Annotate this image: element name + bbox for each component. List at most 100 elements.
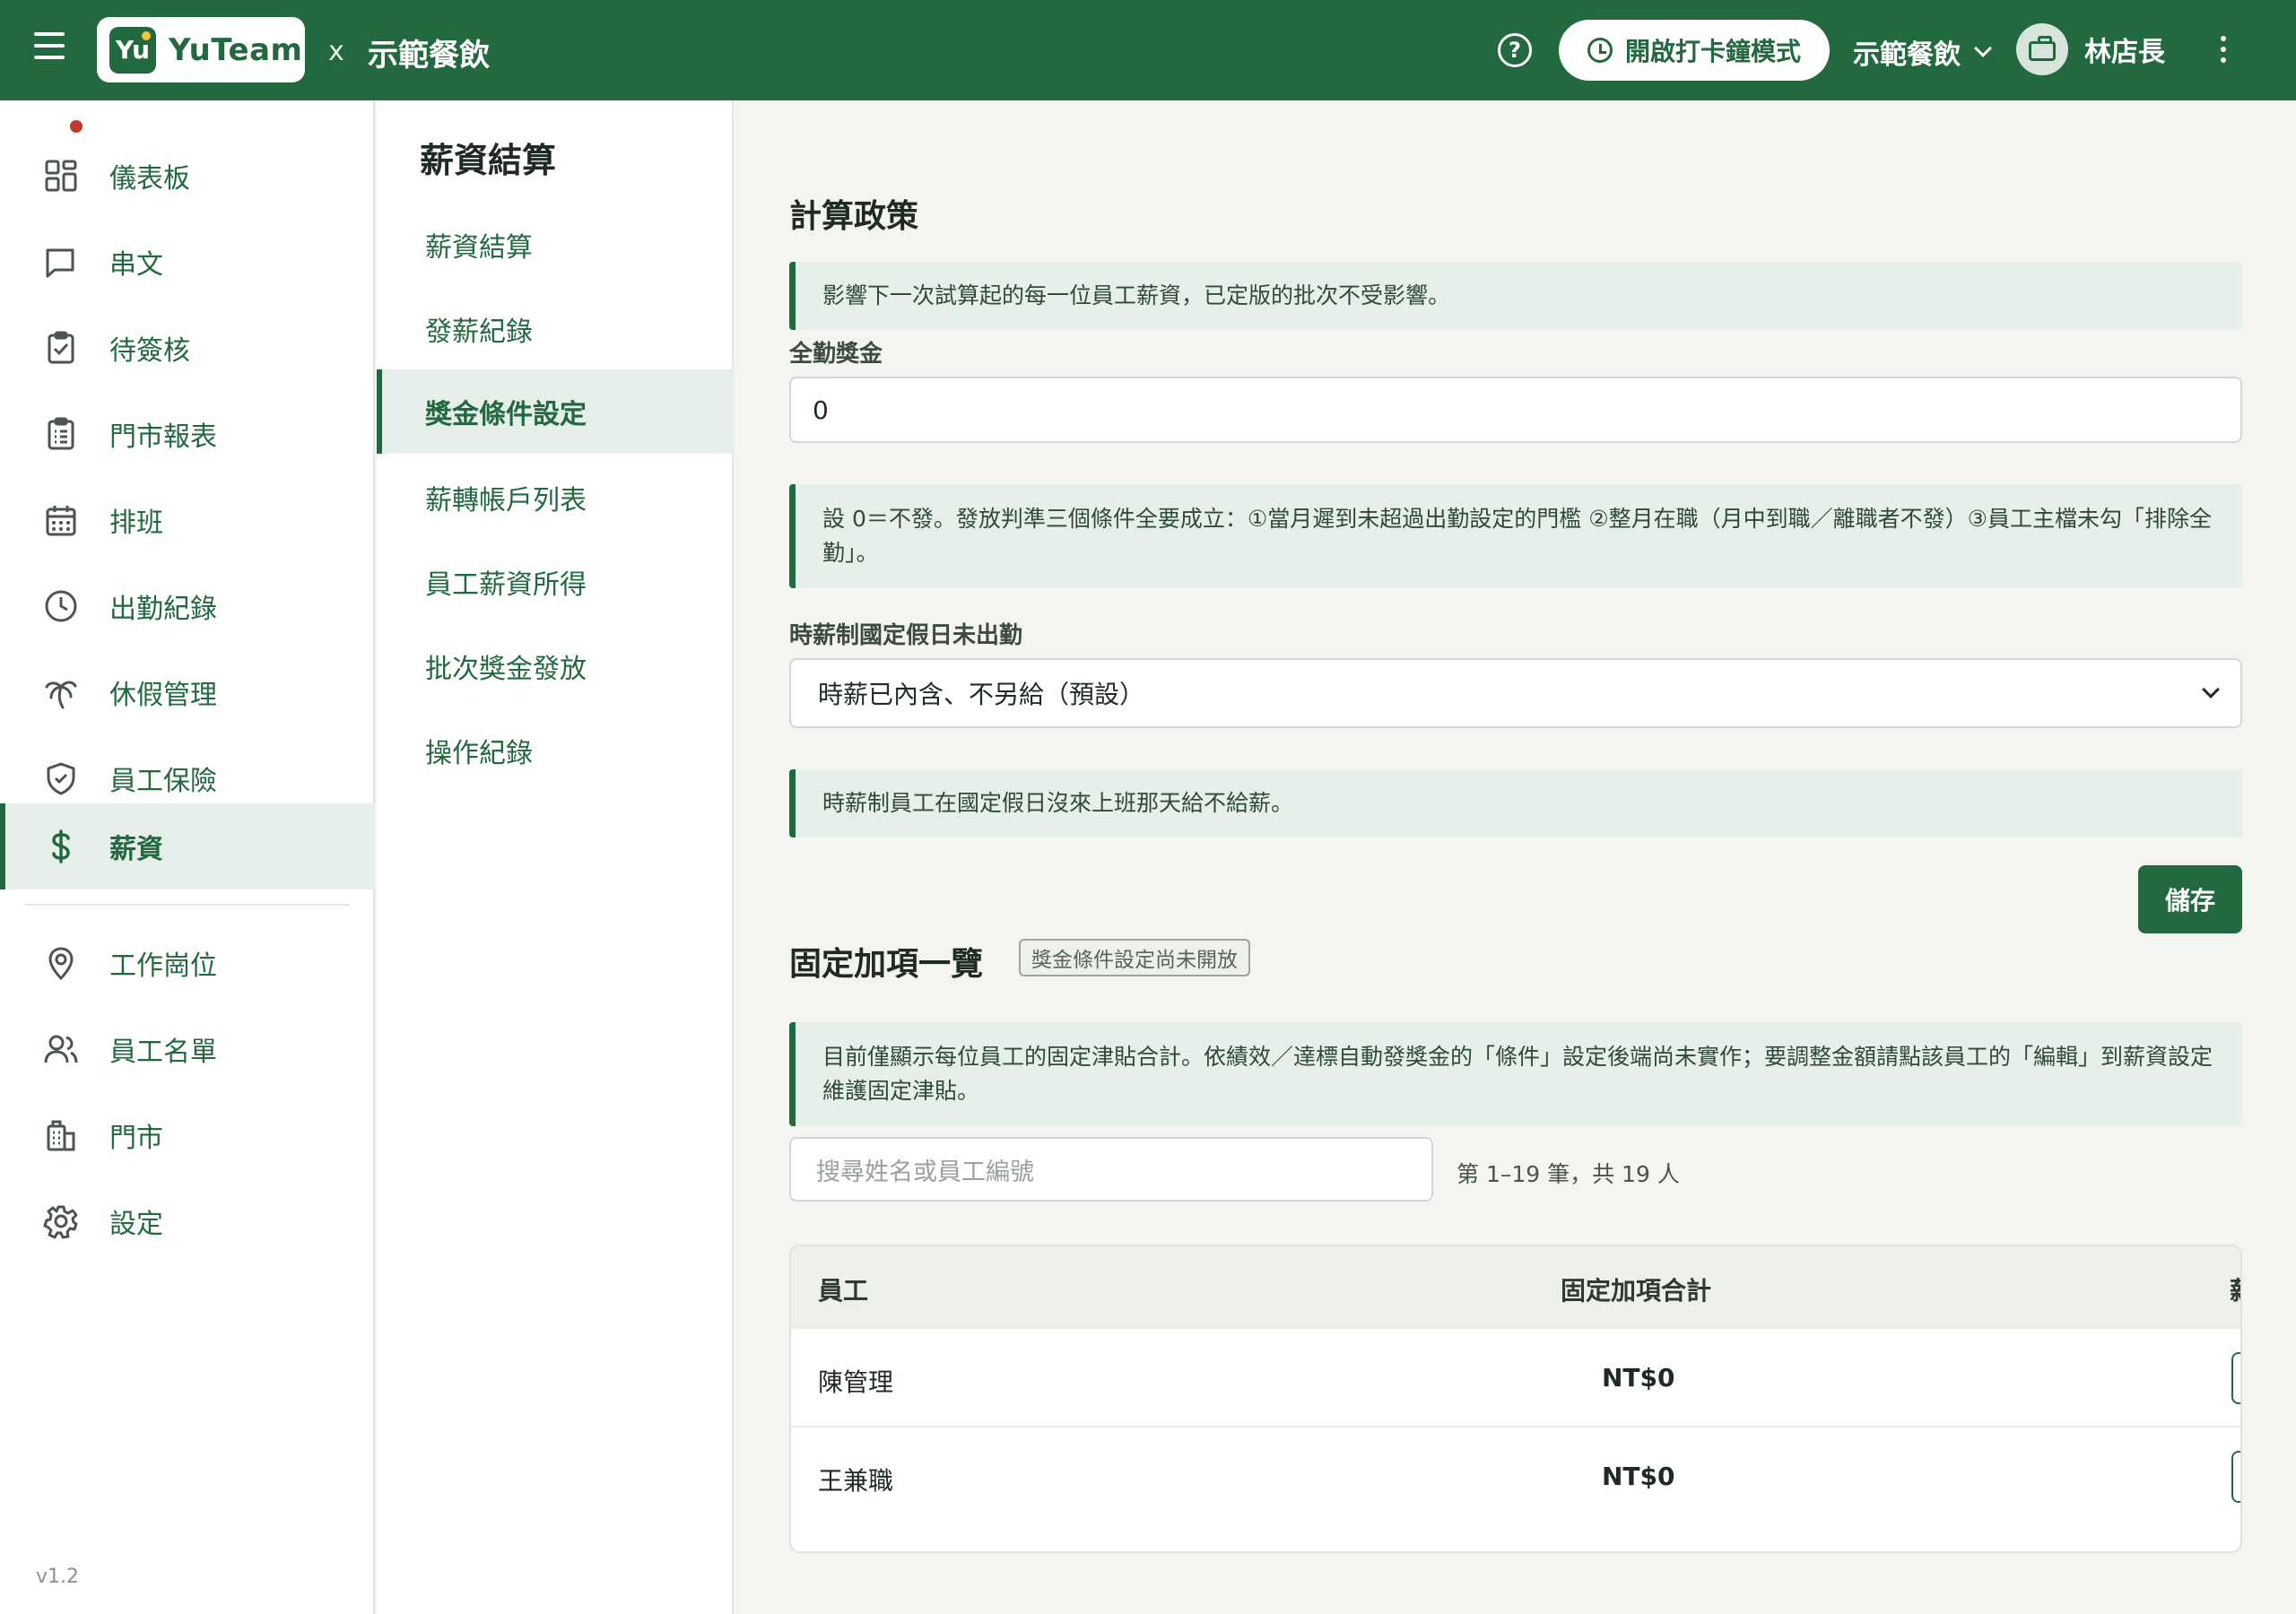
fixed-items-title: 固定加項一覽 [789, 946, 984, 983]
clock-mode-label: 開啟打卡鐘模式 [1624, 37, 1801, 66]
sidebar-item-payroll[interactable]: 薪資 [0, 803, 375, 889]
subnav-item-employee-income[interactable]: 員工薪資所得 [377, 540, 734, 624]
sidebar-item-label: 薪資 [109, 834, 163, 865]
payroll-subnav: 薪資結算 薪資結算 發薪紀錄 獎金條件設定 薪轉帳戶列表 員工薪資所得 批次獎金… [377, 100, 734, 1614]
sidebar-item-attendance[interactable]: 出勤紀錄 [0, 563, 375, 649]
subnav-item-pay-history[interactable]: 發薪紀錄 [377, 287, 734, 371]
subnav-item-label: 獎金條件設定 [425, 399, 587, 430]
sidebar-item-leave[interactable]: 休假管理 [0, 649, 375, 735]
menu-icon[interactable] [34, 32, 70, 68]
sidebar-item-label: 員工名單 [109, 1037, 217, 1068]
subnav-item-bank-accounts[interactable]: 薪轉帳戶列表 [377, 456, 734, 540]
store-selector-label: 示範餐飲 [1853, 39, 1961, 71]
chevron-down-icon [2202, 681, 2220, 699]
clock-mode-button[interactable]: 開啟打卡鐘模式 [1559, 20, 1830, 81]
sidebar-item-label: 出勤紀錄 [109, 594, 217, 625]
sidebar-item-store-report[interactable]: 門市報表 [0, 391, 375, 477]
attendance-bonus-label: 全勤獎金 [789, 341, 883, 368]
location-pin-icon [48, 947, 74, 981]
top-bar: Yu YuTeam x 示範餐飲 ? 開啟打卡鐘模式 示範餐飲 林店長 [0, 0, 2296, 100]
user-name: 林店長 [2084, 37, 2165, 68]
policy-notice-text: 影響下一次試算起的每一位員工薪資，已定版的批次不受影響。 [822, 282, 1451, 308]
column-header-salary: 薪 [2230, 1271, 2240, 1307]
user-menu[interactable]: 林店長 [2016, 23, 2165, 75]
table-row: 陳管理 NT$0 [791, 1327, 2240, 1426]
edit-button[interactable] [2231, 1451, 2240, 1503]
brand-separator: x [328, 36, 344, 67]
sidebar-item-label: 儀表板 [109, 163, 190, 195]
sidebar-item-label: 員工保險 [109, 766, 217, 797]
avatar [2016, 23, 2068, 75]
subnav-item-payroll-calc[interactable]: 薪資結算 [377, 203, 734, 287]
status-badge: 獎金條件設定尚未開放 [1019, 939, 1250, 976]
sidebar-item-stores[interactable]: 門市 [0, 1092, 375, 1178]
dollar-icon [52, 829, 70, 863]
clipboard-check-icon [48, 331, 74, 364]
logo-mark: Yu [109, 26, 156, 74]
chevron-down-icon [1974, 39, 1992, 57]
sidebar-item-label: 工作崗位 [109, 950, 217, 982]
more-options-icon[interactable] [2221, 36, 2230, 68]
gear-icon [43, 1205, 78, 1239]
app-version: v1.2 [36, 1566, 80, 1588]
org-name: 示範餐飲 [368, 38, 490, 74]
subnav-item-label: 薪資結算 [425, 232, 533, 264]
holiday-pay-select[interactable]: 時薪已內含、不另給（預設） [789, 658, 2242, 728]
sidebar-item-label: 門市 [109, 1123, 163, 1154]
sidebar-divider [25, 904, 350, 906]
sidebar-item-label: 門市報表 [109, 421, 217, 453]
clock-icon [45, 590, 77, 622]
column-header-fixed-total: 固定加項合計 [1561, 1276, 1712, 1306]
search-input[interactable]: 搜尋姓名或員工編號 [789, 1137, 1433, 1202]
briefcase-icon [2029, 36, 2056, 61]
column-header-employee: 員工 [818, 1276, 869, 1306]
palm-tree-icon [45, 681, 77, 709]
table-row: 王兼職 NT$0 [791, 1426, 2240, 1524]
sidebar: 儀表板 串文 待簽核 門市報表 排班 出勤紀錄 休假管理 員工保險 薪資 工作崗… [0, 100, 375, 1614]
holiday-pay-label: 時薪制國定假日未出勤 [789, 622, 1023, 649]
edit-button[interactable] [2231, 1352, 2240, 1404]
fixed-items-table: 員工 固定加項合計 薪 陳管理 NT$0 王兼職 NT$0 [789, 1245, 2242, 1553]
holiday-pay-notice: 時薪制員工在國定假日沒來上班那天給不給薪。 [789, 769, 2242, 837]
main-content: 計算政策 影響下一次試算起的每一位員工薪資，已定版的批次不受影響。 全勤獎金 0… [735, 100, 2296, 1614]
sidebar-item-employees[interactable]: 員工名單 [0, 1006, 375, 1092]
subnav-item-label: 批次獎金發放 [425, 654, 587, 685]
sidebar-item-label: 休假管理 [109, 680, 217, 711]
subnav-item-label: 員工薪資所得 [425, 569, 587, 601]
logo-text: YuTeam [169, 31, 303, 68]
policy-section-title: 計算政策 [789, 198, 919, 235]
employee-name: 陳管理 [818, 1367, 894, 1397]
sidebar-item-label: 排班 [109, 508, 163, 539]
attendance-bonus-notice: 設 0＝不發。發放判準三個條件全要成立：①當月遲到未超過出勤設定的門檻 ②整月在… [789, 484, 2242, 588]
subnav-item-bonus-conditions[interactable]: 獎金條件設定 [377, 369, 734, 454]
attendance-bonus-value: 0 [813, 395, 829, 425]
sidebar-item-posts[interactable]: 串文 [0, 120, 375, 305]
building-icon [47, 1120, 75, 1151]
employee-name: 王兼職 [818, 1466, 894, 1496]
holiday-pay-notice-text: 時薪制員工在國定假日沒來上班那天給不給薪。 [822, 790, 1294, 816]
sidebar-item-positions[interactable]: 工作崗位 [0, 920, 375, 1006]
table-header: 員工 固定加項合計 薪 [791, 1246, 2240, 1327]
subnav-item-audit-log[interactable]: 操作紀錄 [377, 708, 734, 793]
save-button[interactable]: 儲存 [2138, 865, 2242, 933]
sidebar-item-approvals[interactable]: 待簽核 [0, 305, 375, 391]
attendance-bonus-notice-text: 設 0＝不發。發放判準三個條件全要成立：①當月遲到未超過出勤設定的門檻 ②整月在… [822, 506, 2213, 566]
report-icon [48, 417, 74, 450]
app-logo[interactable]: Yu YuTeam [97, 17, 305, 82]
subnav-item-batch-bonus[interactable]: 批次獎金發放 [377, 624, 734, 708]
sidebar-item-settings[interactable]: 設定 [0, 1178, 375, 1264]
holiday-pay-selected: 時薪已內含、不另給（預設） [818, 680, 1145, 709]
clock-icon [1587, 38, 1613, 63]
sidebar-item-dashboard[interactable]: 儀表板 [0, 133, 375, 219]
fixed-items-notice: 目前僅顯示每位員工的固定津貼合計。依績效／達標自動發獎金的「條件」設定後端尚未實… [789, 1022, 2242, 1126]
help-icon[interactable]: ? [1498, 33, 1532, 67]
sidebar-item-label: 設定 [109, 1209, 163, 1240]
result-count: 第 1–19 筆，共 19 人 [1457, 1161, 1680, 1187]
subnav-item-label: 薪轉帳戶列表 [425, 485, 587, 516]
store-selector[interactable]: 示範餐飲 [1853, 32, 1992, 72]
users-icon [44, 1035, 78, 1063]
sidebar-item-schedule[interactable]: 排班 [0, 477, 375, 563]
fixed-total-amount: NT$0 [1602, 1363, 1675, 1393]
subnav-item-label: 發薪紀錄 [425, 317, 533, 348]
attendance-bonus-input[interactable]: 0 [789, 377, 2242, 443]
